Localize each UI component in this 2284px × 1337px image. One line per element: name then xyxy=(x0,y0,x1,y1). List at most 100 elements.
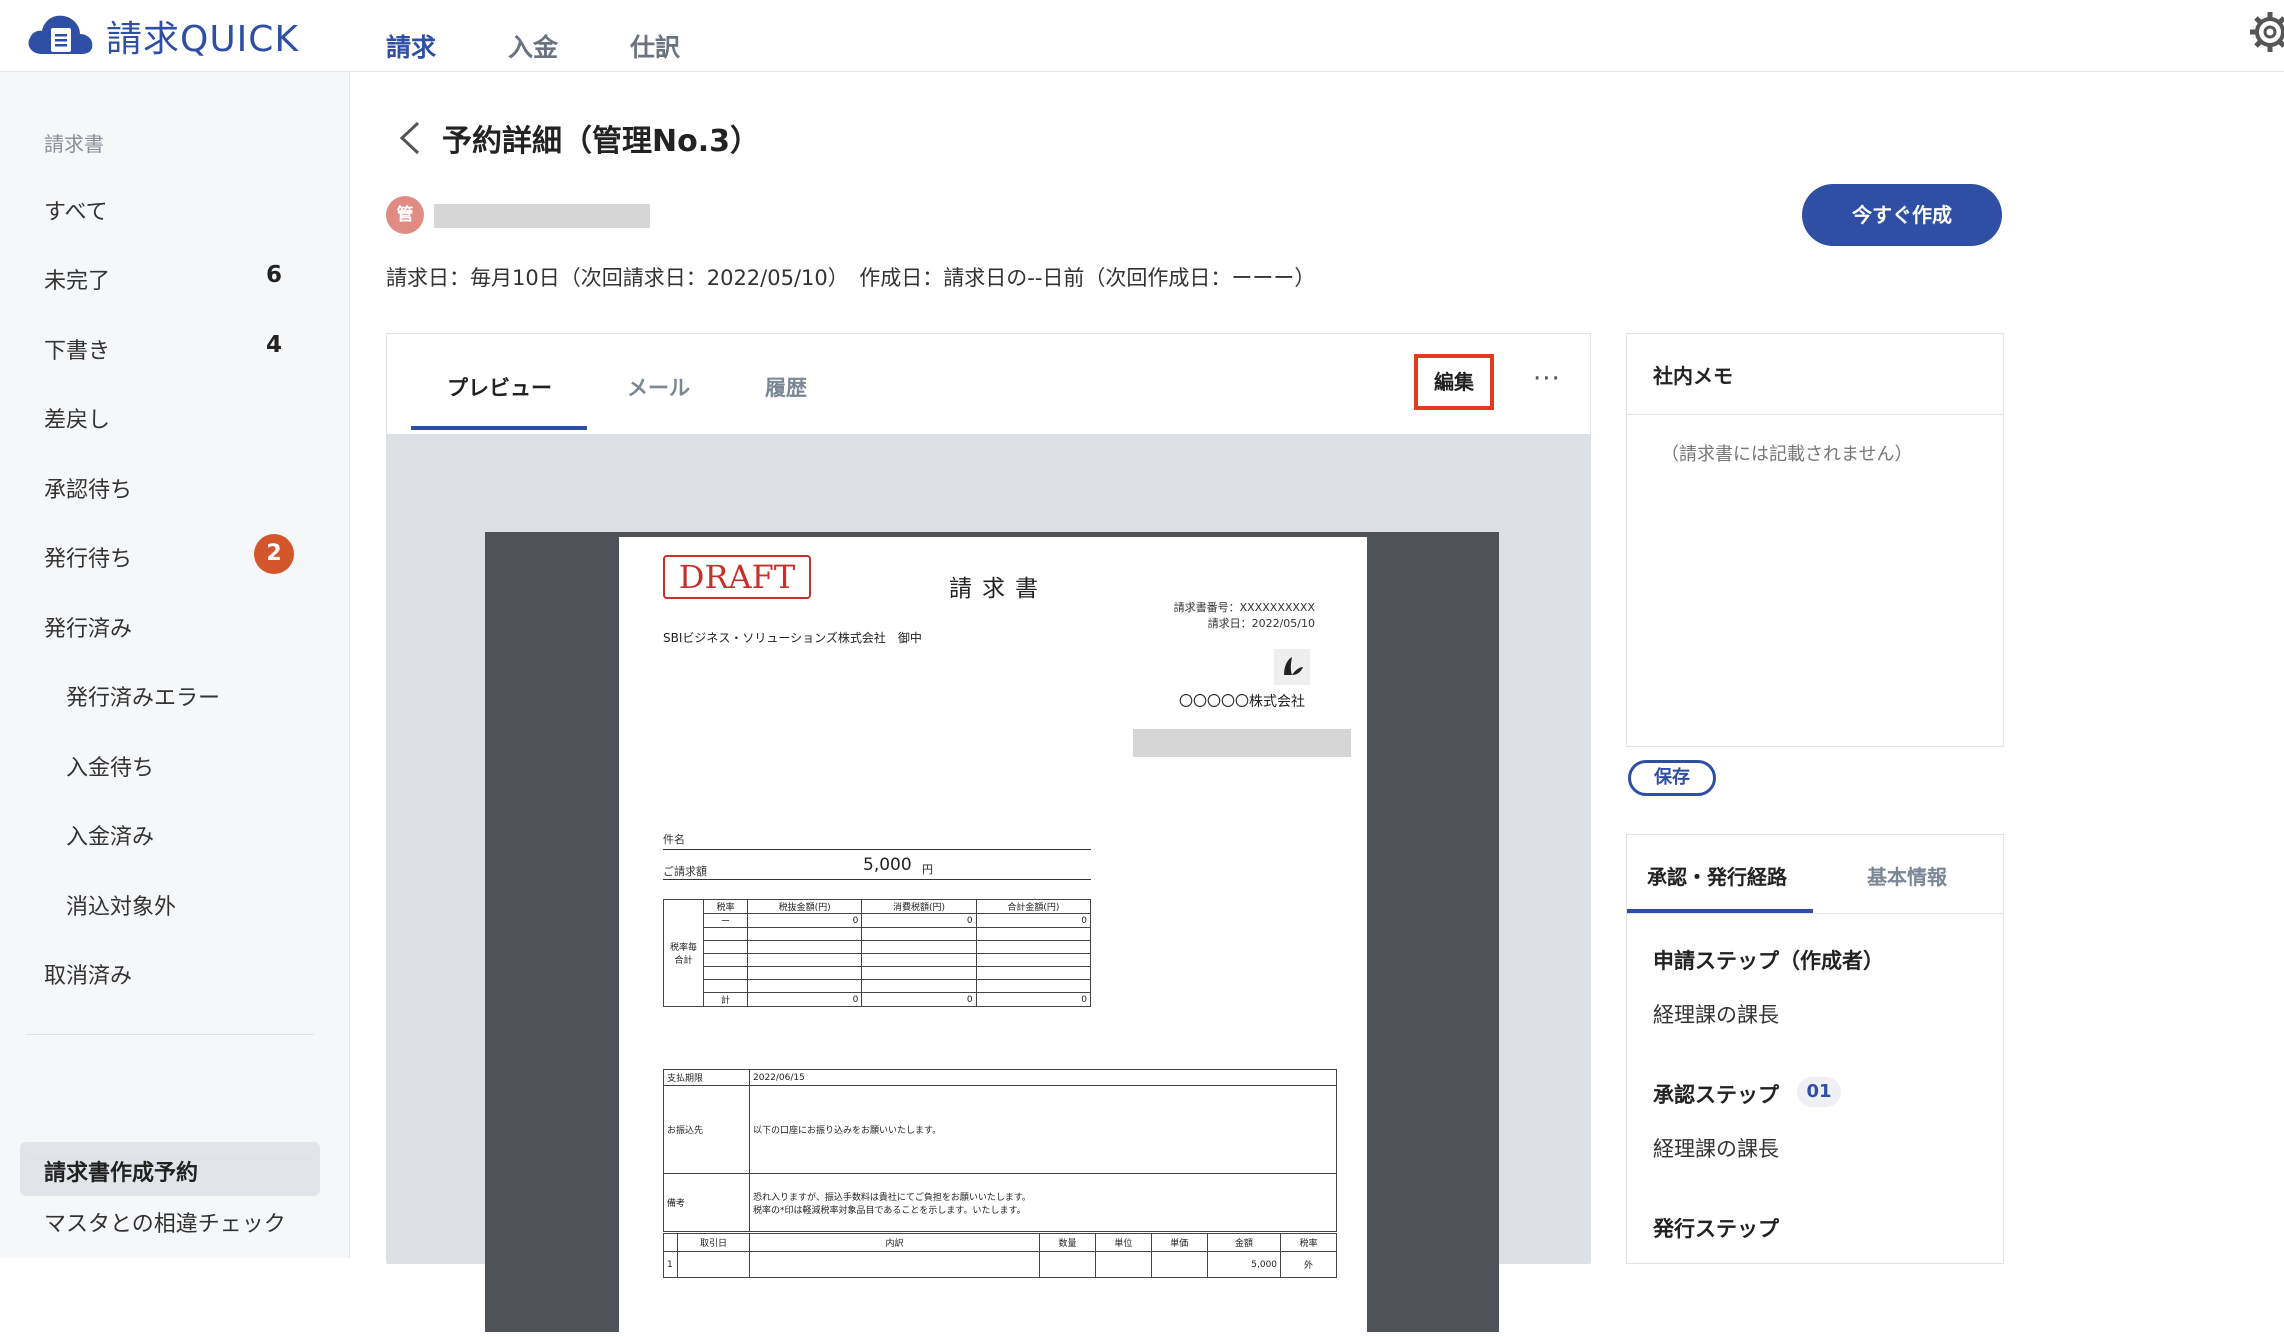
tax-summary-table: 税率毎合計 税率 税抜金額(円) 消費税額(円) 合計金額(円) ー 0 0 0… xyxy=(663,899,1092,1007)
approve-step-number: 01 xyxy=(1797,1077,1841,1107)
detail-tax: 外 xyxy=(1280,1251,1337,1278)
sidebar-item-label: 請求書作成予約 xyxy=(44,1161,199,1186)
redacted-address xyxy=(1133,729,1351,757)
detail-header-amount: 金額 xyxy=(1206,1233,1282,1252)
sidebar-item-all[interactable]: すべて xyxy=(44,194,108,226)
edit-button[interactable]: 編集 xyxy=(1414,354,1494,410)
app-logo-text: 請求QUICK xyxy=(106,19,300,60)
sidebar-item-invoice-reservation[interactable]: 請求書作成予約 xyxy=(20,1142,320,1196)
tab-history[interactable]: 履歴 xyxy=(765,372,807,402)
tax-cell: 0 xyxy=(746,992,863,1007)
tax-cell: 0 xyxy=(975,992,1092,1007)
sidebar-item-cancelled[interactable]: 取消済み xyxy=(44,958,132,990)
detail-header-price: 単価 xyxy=(1150,1233,1208,1252)
tax-header-tax: 消費税額(円) xyxy=(861,899,977,914)
company-logo-icon xyxy=(1274,649,1310,685)
sidebar-badge-awaiting-issue: 2 xyxy=(254,534,294,574)
subject-line xyxy=(663,849,1091,850)
transfer-text: 以下の口座にお振り込みをお願いいたします。 xyxy=(749,1085,1337,1174)
sidebar-count-incomplete: 6 xyxy=(266,262,283,288)
detail-header-qty: 数量 xyxy=(1039,1233,1096,1252)
approve-step-heading: 承認ステップ xyxy=(1653,1083,1779,1107)
sidebar-item-awaiting-payment[interactable]: 入金待ち xyxy=(66,750,154,782)
sidebar-item-master-check[interactable]: マスタとの相違チェック xyxy=(44,1206,286,1238)
detail-header-unit: 単位 xyxy=(1094,1233,1152,1252)
sidebar-divider xyxy=(26,1158,314,1159)
tax-header-excl: 税抜金額(円) xyxy=(746,899,863,914)
invoice-document: DRAFT 請求書 請求書番号：XXXXXXXXXX 請求日：2022/05/1… xyxy=(619,537,1367,1337)
nav-tab-journal[interactable]: 仕訳 xyxy=(630,28,680,64)
tax-cell: 0 xyxy=(746,913,863,928)
tax-rate-dash: ー xyxy=(703,913,748,928)
payment-info-table: 支払期限 2022/06/15 お振込先 以下の口座にお振り込みをお願いいたしま… xyxy=(663,1069,1337,1232)
divider xyxy=(1627,414,2003,415)
avatar: 管 xyxy=(386,196,424,234)
sidebar-divider xyxy=(26,1034,314,1035)
sidebar-item-paid[interactable]: 入金済み xyxy=(66,819,154,851)
tax-header-rate: 税率 xyxy=(703,899,748,914)
invoice-customer: SBIビジネス・ソリューションズ株式会社 御中 xyxy=(663,631,922,645)
gear-icon[interactable] xyxy=(2248,10,2284,54)
invoice-company: 〇〇〇〇〇株式会社 xyxy=(1179,694,1305,710)
tax-total-label: 計 xyxy=(703,992,748,1007)
sidebar-item-issued-error[interactable]: 発行済みエラー xyxy=(66,680,220,712)
detail-header-tax: 税率 xyxy=(1280,1233,1337,1252)
transfer-label: お振込先 xyxy=(663,1085,750,1174)
invoice-date: 請求日：2022/05/10 xyxy=(1207,617,1315,630)
create-now-button[interactable]: 今すぐ作成 xyxy=(1802,184,2002,246)
detail-table: 取引日 内訳 数量 単位 単価 金額 税率 1 5,000 外 xyxy=(663,1233,1337,1278)
detail-header-date: 取引日 xyxy=(677,1233,750,1252)
schedule-info: 請求日：毎月10日（次回請求日：2022/05/10） 作成日：請求日の--日前… xyxy=(386,266,1316,290)
sidebar-section-heading: 請求書 xyxy=(44,132,104,156)
sidebar-item-awaiting-approval[interactable]: 承認待ち xyxy=(44,472,132,504)
invoice-number: 請求書番号：XXXXXXXXXX xyxy=(1173,601,1315,614)
remarks-line: 恐れ入りますが、振込手数料は貴社にてご負担をお願いいたします。 xyxy=(753,1192,1031,1203)
amount-label: ご請求額 xyxy=(663,865,707,878)
amount-line xyxy=(663,879,1091,880)
preview-panel: プレビュー メール 履歴 編集 ··· DRAFT 請求書 請求書番号：XXXX… xyxy=(386,333,1591,1337)
divider xyxy=(1627,913,2003,914)
apply-step-heading: 申請ステップ（作成者） xyxy=(1653,949,1884,973)
redacted-name xyxy=(434,204,650,228)
tax-header-total: 合計金額(円) xyxy=(975,899,1092,914)
tax-cell: 0 xyxy=(975,913,1092,928)
sidebar-item-awaiting-issue[interactable]: 発行待ち xyxy=(44,541,132,573)
memo-title: 社内メモ xyxy=(1653,364,1733,388)
memo-textarea[interactable]: （請求書には記載されません） xyxy=(1661,440,1912,466)
issue-step-heading: 発行ステップ xyxy=(1653,1217,1779,1241)
sidebar-item-incomplete[interactable]: 未完了 xyxy=(44,263,110,295)
remarks-text: 恐れ入りますが、振込手数料は貴社にてご負担をお願いいたします。 税率の*印は軽減… xyxy=(749,1173,1337,1232)
tax-cell: 0 xyxy=(861,992,977,1007)
invoice-title: 請求書 xyxy=(949,576,1048,602)
detail-amount: 5,000 xyxy=(1206,1251,1282,1278)
sidebar-item-issued[interactable]: 発行済み xyxy=(44,611,132,643)
remarks-line: 税率の*印は軽減税率対象品目であることを示します。いたします。 xyxy=(753,1205,1026,1216)
tab-preview[interactable]: プレビュー xyxy=(447,372,552,402)
internal-memo-panel: 社内メモ （請求書には記載されません） xyxy=(1626,333,2004,747)
tab-approval-route[interactable]: 承認・発行経路 xyxy=(1647,861,1787,890)
sidebar-item-returned[interactable]: 差戻し xyxy=(44,402,110,434)
tab-basic-info[interactable]: 基本情報 xyxy=(1867,861,1947,890)
nav-tab-payment[interactable]: 入金 xyxy=(508,28,558,64)
back-arrow-icon[interactable] xyxy=(396,120,426,156)
sidebar-item-excluded[interactable]: 消込対象外 xyxy=(66,889,176,921)
save-button[interactable]: 保存 xyxy=(1628,760,1716,796)
detail-row-no: 1 xyxy=(663,1251,678,1278)
due-label: 支払期限 xyxy=(663,1069,750,1086)
sidebar: 請求書 すべて 未完了 6 下書き 4 差戻し 承認待ち 発行待ち 2 発行済み… xyxy=(0,72,350,1258)
tax-cell: 0 xyxy=(861,913,977,928)
draft-stamp: DRAFT xyxy=(663,555,811,599)
detail-header-item: 内訳 xyxy=(749,1233,1040,1252)
approve-step-person: 経理課の課長 xyxy=(1653,1137,1779,1161)
nav-tab-billing[interactable]: 請求 xyxy=(386,28,436,64)
tax-row-label: 税率毎合計 xyxy=(663,899,704,1007)
tab-mail[interactable]: メール xyxy=(627,372,690,402)
approval-route-panel: 承認・発行経路 基本情報 申請ステップ（作成者） 経理課の課長 承認ステップ 0… xyxy=(1626,834,2004,1264)
sidebar-count-draft: 4 xyxy=(266,332,283,358)
more-options-icon[interactable]: ··· xyxy=(1533,364,1561,394)
active-tab-indicator xyxy=(411,426,587,430)
sidebar-item-draft[interactable]: 下書き xyxy=(44,333,110,365)
amount-yen: 円 xyxy=(922,863,933,876)
logo-cloud-icon xyxy=(28,15,93,55)
top-bar: 請求QUICK 請求 入金 仕訳 xyxy=(0,0,2284,72)
